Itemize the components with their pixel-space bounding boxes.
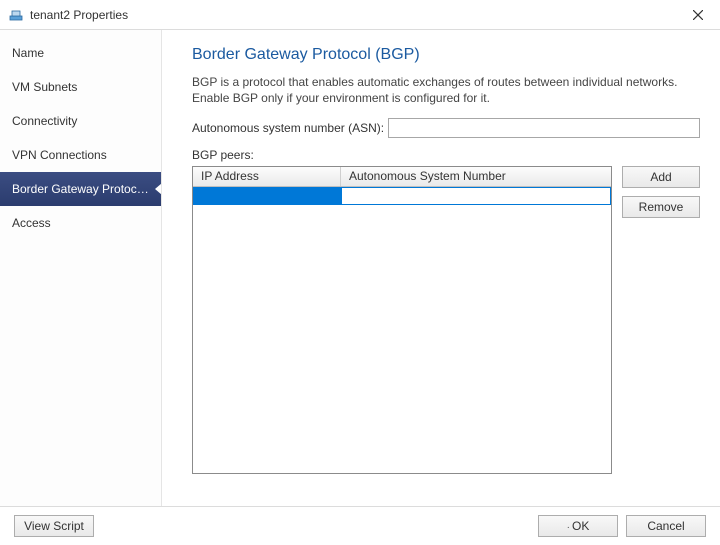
- remove-button[interactable]: Remove: [622, 196, 700, 218]
- main-panel: Border Gateway Protocol (BGP) BGP is a p…: [162, 30, 720, 506]
- cell-ip[interactable]: [193, 187, 341, 205]
- sidebar-item-name[interactable]: Name: [0, 36, 161, 70]
- add-button[interactable]: Add: [622, 166, 700, 188]
- column-ip-address[interactable]: IP Address: [193, 167, 341, 186]
- window-title: tenant2 Properties: [30, 8, 128, 22]
- page-description: BGP is a protocol that enables automatic…: [192, 74, 700, 106]
- peers-label: BGP peers:: [192, 148, 700, 162]
- peers-grid[interactable]: IP Address Autonomous System Number: [192, 166, 612, 474]
- app-icon: [8, 7, 24, 23]
- titlebar: tenant2 Properties: [0, 0, 720, 30]
- sidebar-item-connectivity[interactable]: Connectivity: [0, 104, 161, 138]
- sidebar-item-vm-subnets[interactable]: VM Subnets: [0, 70, 161, 104]
- close-icon: [693, 10, 703, 20]
- cancel-button[interactable]: Cancel: [626, 515, 706, 537]
- page-heading: Border Gateway Protocol (BGP): [192, 46, 700, 64]
- sidebar-item-bgp[interactable]: Border Gateway Protocol...: [0, 172, 161, 206]
- column-asn[interactable]: Autonomous System Number: [341, 167, 611, 186]
- asn-input[interactable]: [388, 118, 700, 138]
- asn-label: Autonomous system number (ASN):: [192, 121, 384, 135]
- cell-asn[interactable]: [341, 187, 611, 205]
- view-script-button[interactable]: View Script: [14, 515, 94, 537]
- grid-header: IP Address Autonomous System Number: [193, 167, 611, 187]
- close-button[interactable]: [675, 0, 720, 30]
- table-row[interactable]: [193, 187, 611, 205]
- sidebar: Name VM Subnets Connectivity VPN Connect…: [0, 30, 162, 506]
- grid-body: [193, 187, 611, 473]
- footer: View Script OK Cancel: [0, 506, 720, 545]
- sidebar-item-access[interactable]: Access: [0, 206, 161, 240]
- sidebar-item-vpn-connections[interactable]: VPN Connections: [0, 138, 161, 172]
- ok-button[interactable]: OK: [538, 515, 618, 537]
